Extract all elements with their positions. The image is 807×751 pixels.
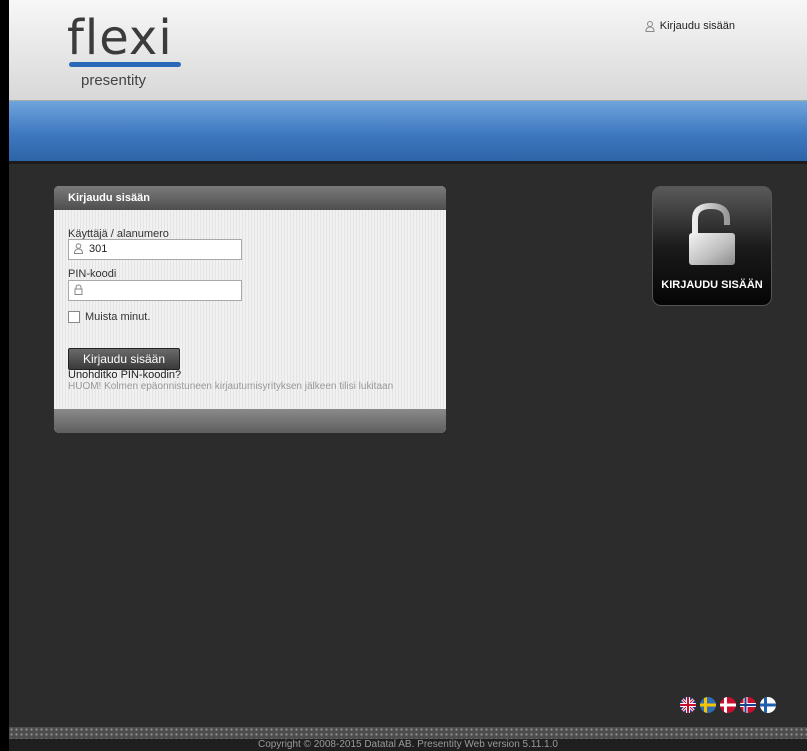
- padlock-icon: [689, 203, 735, 265]
- login-submit-button[interactable]: Kirjaudu sisään: [68, 348, 180, 370]
- logo-swoosh: [69, 62, 181, 67]
- login-panel: Kirjaudu sisään Käyttäjä / alanumero PIN…: [54, 186, 446, 433]
- flexi-logo: flexi presentity: [67, 10, 197, 94]
- pin-field[interactable]: [68, 280, 242, 301]
- user-input[interactable]: [89, 242, 234, 256]
- footer-pattern: [9, 727, 807, 739]
- big-login-label: KIRJAUDU SISÄÄN: [661, 279, 763, 291]
- remember-me-checkbox[interactable]: [68, 311, 80, 323]
- logo-subtext: presentity: [81, 72, 147, 89]
- login-panel-title: Kirjaudu sisään: [54, 186, 446, 210]
- header-login-label: Kirjaudu sisään: [659, 20, 735, 32]
- forgot-pin-link[interactable]: Unohditko PIN-koodin?: [68, 369, 181, 381]
- pin-field-label: PIN-koodi: [68, 268, 117, 280]
- flag-finland-icon[interactable]: [760, 697, 776, 713]
- login-panel-footer: [54, 409, 446, 433]
- copyright-footer: Copyright © 2008-2015 Datatal AB. Presen…: [9, 739, 807, 751]
- pin-input[interactable]: [89, 283, 234, 297]
- flag-uk-icon[interactable]: [680, 697, 696, 713]
- navigation-bar: [9, 101, 807, 164]
- header-login-link[interactable]: Kirjaudu sisään: [645, 20, 735, 32]
- header: flexi presentity Kirjaudu sisään: [9, 0, 807, 101]
- remember-me-label: Muista minut.: [85, 311, 151, 323]
- logo-text: flexi: [67, 10, 173, 66]
- user-field[interactable]: [68, 239, 242, 260]
- language-selector: [680, 697, 776, 713]
- left-border: [0, 0, 9, 751]
- user-icon: [73, 243, 84, 254]
- lock-icon: [74, 284, 83, 295]
- flag-norway-icon[interactable]: [740, 697, 756, 713]
- flag-sweden-icon[interactable]: [700, 697, 716, 713]
- remember-me[interactable]: Muista minut.: [68, 311, 150, 323]
- lockout-warning: HUOM! Kolmen epäonnistuneen kirjautumisy…: [68, 381, 394, 392]
- flag-denmark-icon[interactable]: [720, 697, 736, 713]
- user-icon: [645, 20, 655, 32]
- big-login-button[interactable]: KIRJAUDU SISÄÄN: [652, 186, 772, 306]
